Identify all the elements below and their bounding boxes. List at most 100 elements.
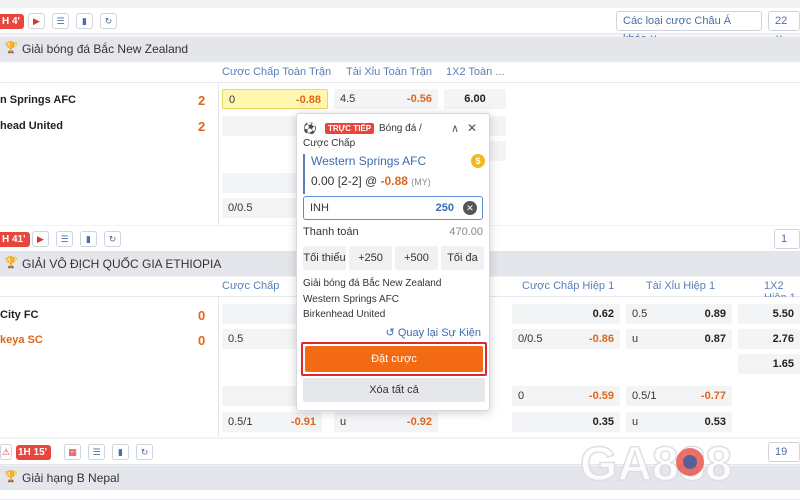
info-home: Western Springs AFC [303,293,399,305]
trophy-icon: 🏆 [4,42,18,54]
place-bet-button[interactable]: Đặt cược [305,346,483,372]
handicap-odds-cell[interactable]: 0.5 [222,329,296,349]
max-stake-button[interactable]: Tối đa [441,246,484,270]
handicap-odds-cell[interactable]: 0 -0.88 [222,89,328,109]
ou-odds: -0.56 [406,93,432,105]
selected-team: Western Springs AFC [311,154,427,168]
grid-icon[interactable]: ▦ [64,444,81,460]
selection-handicap: 0.00 [2-2] @ [311,174,378,188]
h1-handicap-odds: 0.35 [592,416,614,428]
market-type-select[interactable]: Các loại cược Châu Á khác ∨ [616,11,762,45]
refresh-icon[interactable]: ↻ [100,13,117,29]
brand-logo: GA888 [580,437,733,492]
page-select[interactable]: 19 ∨ [768,442,800,476]
page-select-value: 19 [775,446,788,458]
away-team: keya SC [0,334,43,346]
bet-slip-popup: ⚽ TRỰC TIẾP Bóng đá / Cược Chấp ∧ ✕ West… [296,113,490,411]
back-arrow-icon: ↺ [385,327,395,339]
h1-ou-line: 0.5 [632,308,648,320]
chevron-up-icon[interactable]: ∧ [451,122,459,135]
clear-all-button[interactable]: Xóa tất cả [303,378,485,402]
header-h1-over-under: Tài Xỉu Hiệp 1 [646,280,716,292]
h1-ou-cell[interactable]: u 0.53 [626,412,732,432]
soccer-ball-icon: ⚽ [303,123,317,135]
x12-odds: 6.00 [464,93,486,105]
league-name: Giải hạng B Nepal [22,471,120,485]
stake-input[interactable]: INH 250 ✕ [303,196,483,220]
back-to-event-label: Quay lại Sự Kiện [397,327,481,339]
sub-handicap-cell[interactable]: 0/0.5 [222,198,296,218]
divider [218,83,219,225]
h1-handicap-cell[interactable]: 0 -0.59 [512,386,620,406]
h1-ou-odds: -0.77 [700,390,726,402]
h1-ou-odds: 0.87 [704,333,726,345]
top-toolbar: H 4' ▶ ☰ ▮ ↻ Các loại cược Châu Á khác ∨… [0,8,800,45]
min-stake-button[interactable]: Tối thiểu [303,246,346,270]
page-select[interactable]: 1 ∨ [774,229,800,263]
h1-ou-cell[interactable]: 0.5 0.89 [626,304,732,324]
h1-ou-line: u [632,416,639,428]
play-icon[interactable]: ▶ [28,13,45,29]
home-score: 0 [198,308,206,323]
empty-cell[interactable] [222,304,296,324]
logo-emblem-inner [683,455,697,469]
h1-handicap-cell[interactable]: 0.35 [512,412,620,432]
stats-icon[interactable]: ▮ [80,231,97,247]
h1-x12-cell[interactable]: 1.65 [738,354,800,374]
play-icon[interactable]: ▶ [32,231,49,247]
close-icon[interactable]: ✕ [467,121,477,135]
over-under-odds-cell[interactable]: u -0.92 [334,412,438,432]
odds-type: (MY) [411,177,431,187]
home-score: 2 [198,93,206,108]
h1-handicap-cell[interactable]: 0/0.5 -0.86 [512,329,620,349]
h1-handicap-odds: -0.59 [588,390,614,402]
header-1x2: 1X2 Toàn ... [446,66,505,78]
sub-handicap-line: 0/0.5 [228,202,253,214]
h1-ou-cell[interactable]: 0.5/1 -0.77 [626,386,732,406]
refresh-icon[interactable]: ↻ [136,444,153,460]
scoreboard-icon[interactable]: ☰ [52,13,69,29]
h1-ou-cell[interactable]: u 0.87 [626,329,732,349]
place-bet-highlight: Đặt cược [301,342,487,376]
sport-label: Bóng đá / [379,123,422,134]
h1-x12-cell[interactable]: 5.50 [738,304,800,324]
h1-handicap-cell[interactable]: 0.62 [512,304,620,324]
handicap-odds-cell[interactable]: 0.5/1 -0.91 [222,412,322,432]
ou-line: 4.5 [340,93,356,105]
selection-odds: -0.88 [380,174,408,188]
clear-input-icon[interactable]: ✕ [463,201,477,215]
over-under-odds-cell[interactable]: 4.5 -0.56 [334,89,438,109]
home-team: n Springs AFC [0,94,76,106]
ou-line: u [340,416,347,428]
match-info: Giải bóng đá Bắc New Zealand Western Spr… [303,276,441,323]
scoreboard-icon[interactable]: ☰ [88,444,105,460]
scoreboard-icon[interactable]: ☰ [56,231,73,247]
plus-500-button[interactable]: +500 [395,246,438,270]
header-h1-handicap: Cược Chấp Hiệp 1 [522,280,615,292]
info-league: Giải bóng đá Bắc New Zealand [303,278,442,289]
h1-handicap-odds: -0.86 [588,333,614,345]
page-select[interactable]: 22 ∨ [768,11,800,45]
away-score: 0 [198,333,206,348]
page-select-value: 22 [775,15,788,27]
plus-250-button[interactable]: +250 [349,246,392,270]
stake-value[interactable]: 250 [436,202,454,214]
bet-slip-header: ⚽ TRỰC TIẾP Bóng đá / Cược Chấp ∧ ✕ [303,121,483,152]
logo-text: GA888 [580,438,732,491]
x12-odds-cell[interactable]: 6.00 [444,89,506,109]
quick-stake-buttons: Tối thiểu +250 +500 Tối đa [303,246,484,270]
empty-cell[interactable] [222,173,296,193]
stats-icon[interactable]: ▮ [76,13,93,29]
refresh-icon[interactable]: ↻ [104,231,121,247]
market-label: Cược Chấp [303,138,356,149]
league-header-new-zealand[interactable]: 🏆 Giải bóng đá Bắc New Zealand [0,37,800,61]
back-to-event-link[interactable]: ↺ Quay lại Sự Kiện [386,326,481,339]
header-over-under: Tài Xỉu Toàn Trận [346,66,433,78]
alert-icon[interactable]: ⚠ [0,444,12,460]
header-handicap: Cược Chấp Toàn Trận [222,66,332,78]
stats-icon[interactable]: ▮ [112,444,129,460]
empty-cell[interactable] [222,116,296,136]
h1-x12-cell[interactable]: 2.76 [738,329,800,349]
h1-x12-odds: 5.50 [772,308,794,320]
empty-cell[interactable] [222,386,296,406]
